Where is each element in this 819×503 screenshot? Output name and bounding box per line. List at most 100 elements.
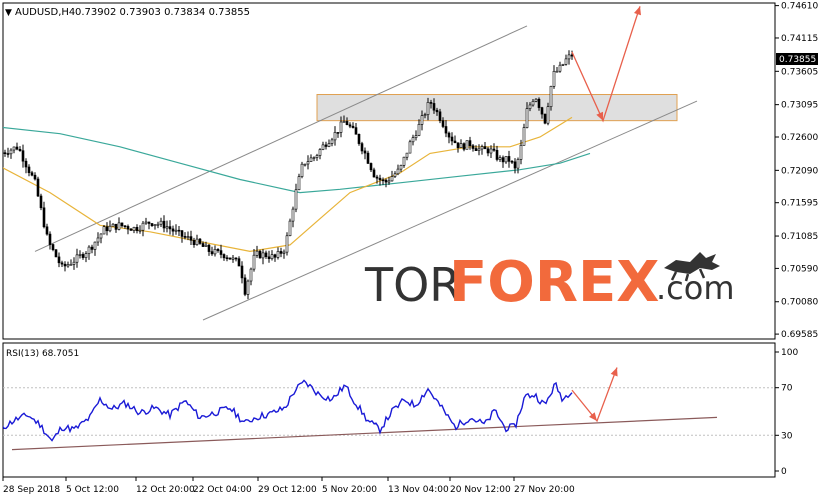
candle-body — [33, 174, 37, 180]
candle-body — [27, 166, 31, 173]
candle-body — [366, 152, 370, 164]
rsi-tick-label: 100 — [781, 348, 798, 358]
candle-body — [411, 137, 415, 143]
candle-body — [321, 144, 325, 150]
candle-body — [456, 142, 460, 148]
current-price-marker: 0.73855 — [776, 53, 818, 65]
rsi-label: RSI(13) 68.7051 — [6, 349, 79, 359]
candle-body — [102, 226, 106, 235]
candle-body — [54, 249, 58, 258]
candle-body — [363, 150, 367, 154]
price-tick-label: 0.71085 — [781, 232, 818, 242]
candle-body — [489, 148, 493, 154]
candle-body — [150, 223, 154, 227]
price-tick-label: 0.70590 — [781, 264, 818, 274]
rsi-tick-label: 70 — [781, 384, 793, 394]
candle-body — [561, 64, 565, 66]
chart-triangle-icon: ▼ — [5, 8, 12, 18]
candle-body — [336, 132, 340, 134]
watermark-main: FOREX — [449, 250, 659, 315]
candle-body — [225, 257, 229, 260]
candle-body — [183, 236, 187, 238]
candle-body — [270, 254, 274, 259]
candle-body — [276, 251, 280, 258]
candle-body — [99, 233, 103, 239]
candle-body — [300, 163, 304, 177]
candle-body — [114, 223, 118, 230]
candle-body — [426, 102, 430, 115]
candle-body — [477, 148, 481, 151]
price-axis: 0.74610 0.74115 0.73605 0.73095 0.72600 0.720… — [775, 2, 818, 340]
candle-body — [534, 98, 538, 102]
candle-body — [438, 111, 442, 121]
candle-body — [468, 140, 472, 147]
candle-body — [135, 227, 139, 232]
time-tick-label: 22 Oct 04:00 — [193, 485, 252, 495]
candle-body — [132, 227, 136, 231]
candle-body — [3, 152, 7, 154]
candle-body — [465, 140, 469, 150]
candle-body — [162, 220, 166, 229]
candle-body — [351, 125, 355, 128]
candle-body — [108, 225, 112, 232]
candle-body — [168, 226, 172, 230]
candle-body — [447, 132, 451, 138]
time-tick-label: 27 Nov 20:00 — [514, 485, 575, 495]
rsi-plot-frame — [2, 342, 776, 478]
candle-body — [396, 168, 400, 175]
candle-body — [84, 253, 88, 258]
candle-body — [129, 228, 133, 231]
candle-body — [45, 226, 49, 235]
candle-body — [147, 221, 151, 224]
candle-body — [39, 195, 43, 209]
candle-body — [435, 109, 439, 113]
candle-body — [309, 157, 313, 162]
candle-body — [228, 257, 232, 260]
candle-body — [417, 124, 421, 136]
candle-body — [546, 106, 550, 124]
candle-body — [90, 246, 94, 250]
time-tick-label: 5 Nov 20:00 — [322, 485, 377, 495]
candle-body — [156, 223, 160, 226]
candle-body — [24, 160, 28, 168]
candle-body — [189, 236, 193, 241]
candle-body — [123, 225, 127, 227]
candle-body — [399, 165, 403, 170]
candle-body — [525, 108, 529, 128]
candle-body — [480, 146, 484, 150]
candle-body — [441, 120, 445, 127]
candle-body — [528, 104, 532, 109]
candle-body — [258, 250, 262, 259]
candle-body — [516, 159, 520, 169]
candle-body — [213, 249, 217, 255]
candle-body — [348, 124, 352, 127]
candle-body — [483, 146, 487, 150]
candle-body — [342, 121, 346, 123]
candle-body — [540, 107, 544, 115]
candle-body — [306, 161, 310, 165]
candle-body — [519, 145, 523, 160]
candle-body — [198, 238, 202, 244]
candle-body — [36, 178, 40, 197]
candle-body — [105, 226, 109, 232]
time-tick-label: 13 Nov 04:00 — [388, 485, 449, 495]
ohlc-header: 0.73902 0.73903 0.73834 0.73855 — [75, 7, 250, 18]
candle-body — [63, 263, 67, 267]
rsi-axis: 100 70 30 0 — [775, 348, 798, 477]
candle-body — [555, 70, 559, 73]
candle-body — [378, 177, 382, 181]
candle-body — [30, 172, 34, 176]
candle-body — [369, 163, 373, 171]
candle-body — [372, 169, 376, 178]
candle-body — [420, 115, 424, 125]
candle-body — [231, 257, 235, 260]
candle-body — [75, 254, 79, 263]
resistance-zone-group — [316, 94, 678, 122]
candle-body — [51, 244, 55, 250]
candle-body — [261, 252, 265, 259]
time-axis: 28 Sep 2018 5 Oct 12:00 12 Oct 20:0022 Oct… — [2, 477, 575, 495]
candle-body — [243, 277, 247, 295]
candle-body — [549, 86, 553, 108]
candle-body — [117, 222, 121, 230]
candle-body — [552, 71, 556, 87]
